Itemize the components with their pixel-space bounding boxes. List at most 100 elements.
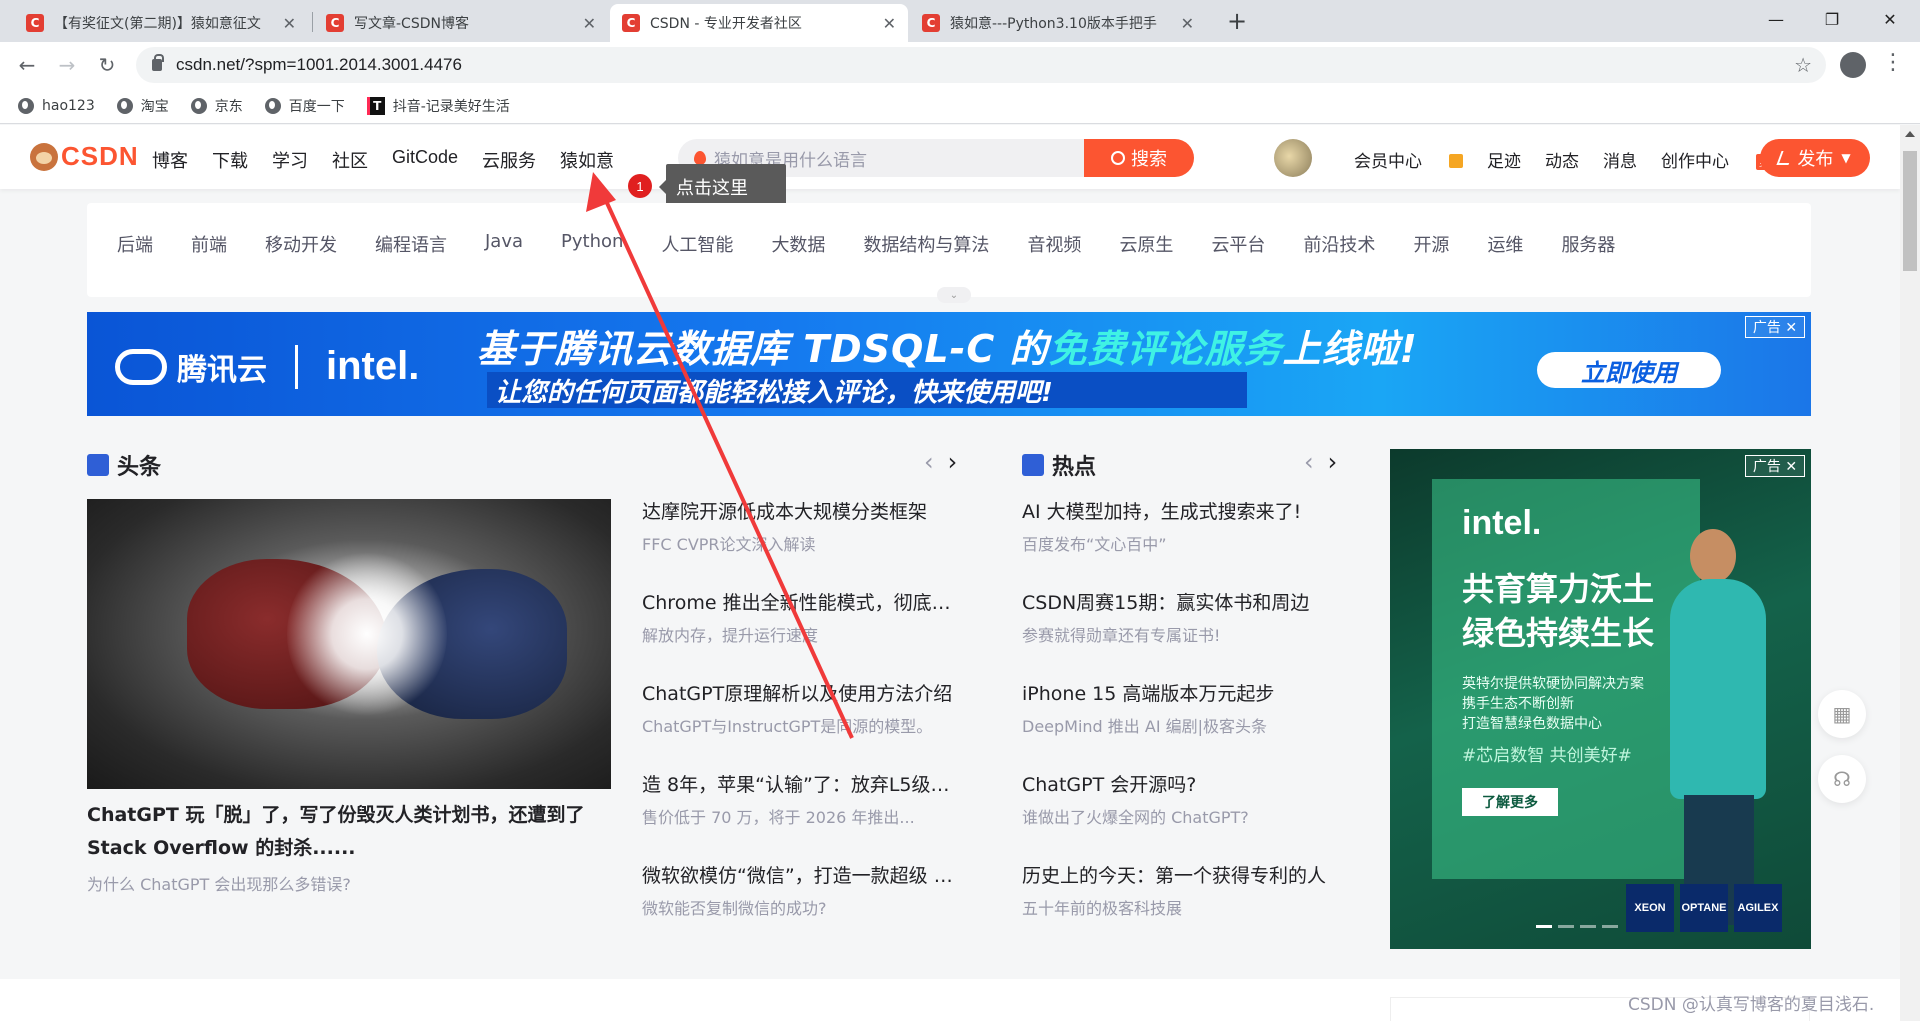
- scroll-up-arrow-icon[interactable]: [1905, 131, 1915, 137]
- category-item[interactable]: 后端: [117, 231, 153, 257]
- close-tab-icon[interactable]: ✕: [1181, 14, 1194, 33]
- category-item[interactable]: Python: [561, 231, 623, 257]
- page-scrollbar[interactable]: [1900, 125, 1920, 1021]
- learn-more-button[interactable]: 了解更多: [1462, 788, 1558, 816]
- nav-gitcode[interactable]: GitCode: [392, 147, 458, 173]
- search-button[interactable]: 搜索: [1084, 139, 1194, 177]
- nav-download[interactable]: 下载: [212, 147, 248, 173]
- bookmark-douyin[interactable]: T 抖音-记录美好生活: [366, 96, 510, 116]
- category-item[interactable]: 编程语言: [375, 231, 447, 257]
- ad-close-tag[interactable]: 广告 ✕: [1745, 316, 1805, 338]
- qr-code-icon[interactable]: ▦: [1818, 690, 1866, 738]
- nav-learn[interactable]: 学习: [272, 147, 308, 173]
- reload-icon[interactable]: ↻: [92, 50, 122, 80]
- scroll-thumb[interactable]: [1903, 151, 1917, 271]
- category-item[interactable]: 云平台: [1211, 231, 1265, 257]
- category-item[interactable]: 人工智能: [661, 231, 733, 257]
- nav-yuanruyi[interactable]: 猿如意: [560, 147, 614, 173]
- carousel-dot[interactable]: [1536, 925, 1552, 928]
- close-tab-icon[interactable]: ✕: [583, 14, 596, 33]
- top-nav: 博客 下载 学习 社区 GitCode 云服务 猿如意: [152, 147, 638, 173]
- news-item[interactable]: 造 8年，苹果“认输”了：放弃L5级自动驾驶售价低于 70 万，将于 2026 …: [642, 772, 962, 863]
- news-title[interactable]: 历史上的今天：第一个获得专利的人: [1022, 863, 1348, 889]
- bookmark-baidu[interactable]: 百度一下: [264, 96, 345, 116]
- carousel-dot[interactable]: [1580, 925, 1596, 928]
- csdn-logo[interactable]: CSDN: [30, 141, 139, 172]
- browser-tab-4[interactable]: C 猿如意---Python3.10版本手把手 ✕: [910, 4, 1206, 42]
- category-item[interactable]: 云原生: [1119, 231, 1173, 257]
- nav-messages[interactable]: 消息: [1603, 147, 1637, 172]
- news-item[interactable]: AI 大模型加持，生成式搜索来了! 百度发布“文心百中”: [1022, 499, 1348, 590]
- hero-title-link[interactable]: ChatGPT 玩「脱」了，写了份毁灭人类计划书，还遭到了 Stack Over…: [87, 799, 617, 865]
- category-item[interactable]: 服务器: [1561, 231, 1615, 257]
- category-item[interactable]: 运维: [1487, 231, 1523, 257]
- category-item[interactable]: 开源: [1413, 231, 1449, 257]
- browser-tab-2[interactable]: C 写文章-CSDN博客 ✕: [314, 4, 608, 42]
- star-icon[interactable]: ☆: [1794, 53, 1812, 77]
- nav-cloud[interactable]: 云服务: [482, 147, 536, 173]
- bookmark-hao123[interactable]: hao123: [18, 97, 95, 114]
- browser-tab-3-active[interactable]: C CSDN - 专业开发者社区 ✕: [610, 4, 908, 42]
- category-item[interactable]: 大数据: [771, 231, 825, 257]
- news-title[interactable]: CSDN周赛15期：赢实体书和周边: [1022, 590, 1348, 616]
- tencent-intel-banner-ad[interactable]: 腾讯云 intel. 基于腾讯云数据库 TDSQL-C 的免费评论服务上线啦! …: [87, 312, 1811, 416]
- news-title[interactable]: ChatGPT 会开源吗?: [1022, 772, 1348, 798]
- news-title[interactable]: Chrome 推出全新性能模式，彻底解决: [642, 590, 962, 616]
- news-title[interactable]: 微软欲模仿“微信”，打造一款超级 App: [642, 863, 962, 889]
- chevron-left-icon[interactable]: ‹: [1304, 450, 1314, 474]
- browser-tab-1[interactable]: C 【有奖征文(第二期)】猿如意征文 ✕: [14, 4, 308, 42]
- news-item[interactable]: 微软欲模仿“微信”，打造一款超级 App 微软能否复制微信的成功?: [642, 863, 962, 954]
- publish-button[interactable]: 发布 ▼: [1760, 139, 1870, 177]
- category-item[interactable]: 前沿技术: [1303, 231, 1375, 257]
- news-item[interactable]: ChatGPT 会开源吗? 谁做出了火爆全网的 ChatGPT?: [1022, 772, 1348, 863]
- ad-close-tag[interactable]: 广告 ✕: [1745, 455, 1805, 477]
- intel-side-ad[interactable]: intel. 共育算力沃土 绿色持续生长 英特尔提供软硬协同解决方案 携手生态不断创…: [1390, 449, 1811, 949]
- chevron-left-icon[interactable]: ‹: [924, 450, 934, 474]
- arrow-left-icon[interactable]: ←: [12, 50, 42, 80]
- bookmark-jd[interactable]: 京东: [190, 96, 243, 116]
- category-item[interactable]: Java: [485, 231, 523, 257]
- headset-icon[interactable]: ☊: [1818, 755, 1866, 803]
- new-tab-plus-icon[interactable]: +: [1222, 6, 1252, 36]
- profile-icon[interactable]: [1840, 52, 1866, 78]
- banner-subline: 让您的任何页面都能轻松接入评论，快来使用吧!: [487, 372, 1247, 408]
- nav-blog[interactable]: 博客: [152, 147, 188, 173]
- news-title[interactable]: ChatGPT原理解析以及使用方法介绍: [642, 681, 962, 707]
- nav-activity[interactable]: 动态: [1545, 147, 1579, 172]
- news-item[interactable]: CSDN周赛15期：赢实体书和周边 参赛就得勋章还有专属证书!: [1022, 590, 1348, 681]
- arrow-right-icon[interactable]: →: [52, 50, 82, 80]
- news-item[interactable]: 历史上的今天：第一个获得专利的人 五十年前的极客科技展: [1022, 863, 1348, 954]
- expand-chevron-icon[interactable]: ⌄: [937, 287, 971, 303]
- nav-creator[interactable]: 创作中心奖: [1661, 147, 1772, 172]
- address-bar[interactable]: csdn.net/?spm=1001.2014.3001.4476 ☆: [136, 47, 1826, 83]
- restore-icon[interactable]: ❐: [1804, 0, 1860, 38]
- chevron-right-icon[interactable]: ›: [948, 450, 958, 474]
- category-item[interactable]: 前端: [191, 231, 227, 257]
- news-title[interactable]: 造 8年，苹果“认输”了：放弃L5级自动驾驶: [642, 772, 962, 798]
- news-item[interactable]: 达摩院开源低成本大规模分类框架 FFC CVPR论文深入解读: [642, 499, 962, 590]
- news-title[interactable]: AI 大模型加持，生成式搜索来了!: [1022, 499, 1348, 525]
- chevron-right-icon[interactable]: ›: [1328, 450, 1338, 474]
- category-item[interactable]: 移动开发: [265, 231, 337, 257]
- carousel-dot[interactable]: [1602, 925, 1618, 928]
- news-item[interactable]: iPhone 15 高端版本万元起步 DeepMind 推出 AI 编剧|极客头条: [1022, 681, 1348, 772]
- bookmark-taobao[interactable]: 淘宝: [116, 96, 169, 116]
- carousel-dot[interactable]: [1558, 925, 1574, 928]
- news-item[interactable]: ChatGPT原理解析以及使用方法介绍 ChatGPT与InstructGPT是同…: [642, 681, 962, 772]
- news-title[interactable]: 达摩院开源低成本大规模分类框架: [642, 499, 962, 525]
- close-tab-icon[interactable]: ✕: [283, 14, 296, 33]
- nav-community[interactable]: 社区: [332, 147, 368, 173]
- close-tab-icon[interactable]: ✕: [883, 14, 896, 33]
- banner-cta-button[interactable]: 立即使用: [1537, 352, 1721, 388]
- category-item[interactable]: 数据结构与算法: [863, 231, 989, 257]
- user-avatar[interactable]: [1274, 139, 1312, 177]
- kebab-menu-icon[interactable]: ⋮: [1882, 50, 1904, 75]
- nav-vip[interactable]: 会员中心: [1354, 147, 1463, 172]
- news-item[interactable]: Chrome 推出全新性能模式，彻底解决 解放内存，提升运行速度: [642, 590, 962, 681]
- nav-footprint[interactable]: 足迹: [1487, 147, 1521, 172]
- news-title[interactable]: iPhone 15 高端版本万元起步: [1022, 681, 1348, 707]
- hero-image-boxing-gloves[interactable]: [87, 499, 611, 789]
- category-item[interactable]: 音视频: [1027, 231, 1081, 257]
- minimize-icon[interactable]: —: [1748, 0, 1804, 38]
- close-window-icon[interactable]: ✕: [1862, 0, 1918, 38]
